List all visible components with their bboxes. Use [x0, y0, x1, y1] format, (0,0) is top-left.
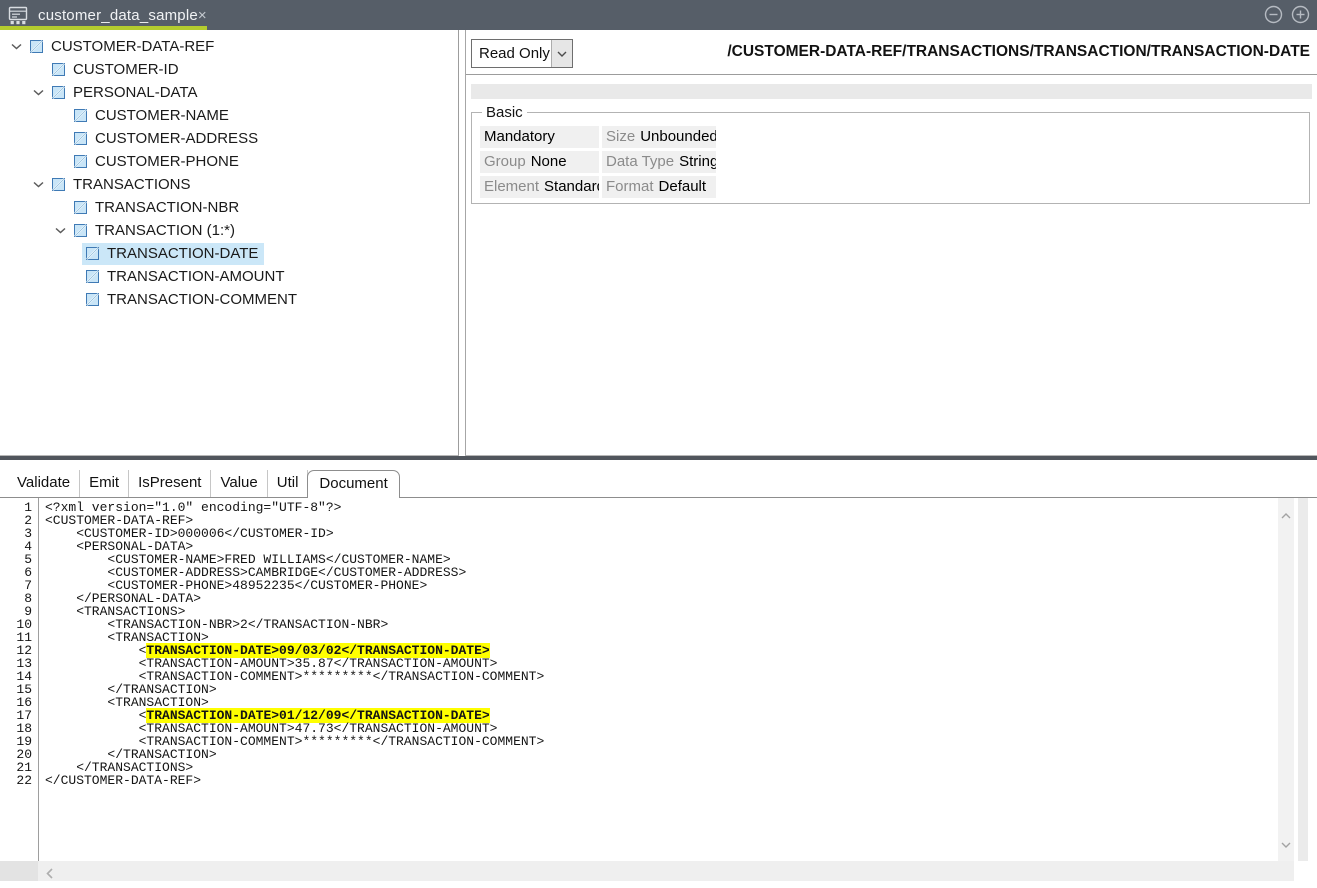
tree-item-transaction[interactable]: TRANSACTION (1:*)	[52, 219, 458, 242]
tree-item-label: CUSTOMER-ID	[73, 61, 179, 78]
chevron-down-icon[interactable]	[551, 40, 572, 67]
schema-tree-panel: CUSTOMER-DATA-REF CUSTOMER-ID PERSONAL-D…	[0, 30, 459, 456]
tree-item-personal-data[interactable]: PERSONAL-DATA	[30, 81, 458, 104]
tab-util[interactable]: Util	[268, 470, 309, 497]
toolbar-strip	[471, 84, 1312, 99]
window-tab-bar: customer_data_sample ×	[0, 0, 1317, 30]
element-path: /CUSTOMER-DATA-REF/TRANSACTIONS/TRANSACT…	[727, 43, 1310, 61]
prop-size: SizeUnbounded	[602, 126, 716, 148]
tree-item-label: CUSTOMER-ADDRESS	[95, 130, 258, 147]
detail-header: Read Only /CUSTOMER-DATA-REF/TRANSACTION…	[466, 30, 1317, 75]
tree-item-customer-data-ref[interactable]: CUSTOMER-DATA-REF	[8, 35, 458, 58]
horizontal-scrollbar[interactable]	[38, 861, 1294, 881]
xml-code: </CUSTOMER-DATA-REF>	[32, 774, 201, 787]
tree-item-transactions[interactable]: TRANSACTIONS	[30, 173, 458, 196]
basic-group: Basic Mandatory SizeUnbounded GroupNone …	[471, 104, 1310, 204]
tab-value[interactable]: Value	[211, 470, 267, 497]
tree-item-label: TRANSACTION-COMMENT	[107, 291, 297, 308]
tree-item-customer-address[interactable]: CUSTOMER-ADDRESS	[52, 127, 458, 150]
prop-data-type: Data TypeString	[602, 151, 716, 173]
scroll-up-icon[interactable]	[1281, 506, 1291, 524]
tab-document[interactable]: Document	[307, 470, 399, 498]
tab-title: customer_data_sample	[38, 7, 198, 24]
element-node-icon	[86, 270, 99, 283]
tree-item-customer-id[interactable]: CUSTOMER-ID	[30, 58, 458, 81]
tree-item-customer-phone[interactable]: CUSTOMER-PHONE	[52, 150, 458, 173]
element-node-icon	[86, 247, 99, 260]
tab-ispresent[interactable]: IsPresent	[129, 470, 211, 497]
element-node-icon	[30, 40, 43, 53]
bottom-tab-bar: Validate Emit IsPresent Value Util Docum…	[8, 470, 400, 498]
tree-item-label: TRANSACTIONS	[73, 176, 191, 193]
tree-item-label: TRANSACTION-AMOUNT	[107, 268, 285, 285]
element-node-icon	[52, 178, 65, 191]
tree-item-label: TRANSACTION-DATE	[107, 245, 258, 262]
tree-item-label: CUSTOMER-DATA-REF	[51, 38, 214, 55]
element-node-icon	[74, 155, 87, 168]
tree-item-transaction-nbr[interactable]: TRANSACTION-NBR	[52, 196, 458, 219]
xml-line: 22</CUSTOMER-DATA-REF>	[0, 774, 544, 787]
element-node-icon	[86, 293, 99, 306]
element-node-icon	[52, 63, 65, 76]
element-node-icon	[74, 224, 87, 237]
basic-group-title: Basic	[482, 104, 527, 121]
data-map-icon	[8, 5, 28, 25]
element-node-icon	[74, 132, 87, 145]
tree-item-label: CUSTOMER-NAME	[95, 107, 229, 124]
element-node-icon	[74, 109, 87, 122]
mode-select[interactable]: Read Only	[471, 39, 573, 68]
xml-document-view[interactable]: 1<?xml version="1.0" encoding="UTF-8"?> …	[0, 498, 1317, 861]
detail-panel: Read Only /CUSTOMER-DATA-REF/TRANSACTION…	[465, 30, 1317, 456]
scroll-left-icon[interactable]	[46, 866, 53, 884]
collapse-icon[interactable]	[1264, 5, 1283, 24]
tree-item-customer-name[interactable]: CUSTOMER-NAME	[52, 104, 458, 127]
prop-element: ElementStandard	[480, 176, 599, 198]
close-icon[interactable]: ×	[198, 8, 207, 23]
xml-content: 1<?xml version="1.0" encoding="UTF-8"?> …	[0, 501, 544, 787]
element-node-icon	[74, 201, 87, 214]
tree-item-transaction-comment[interactable]: TRANSACTION-COMMENT	[64, 288, 458, 311]
scroll-down-icon[interactable]	[1281, 835, 1291, 853]
tree-item-label: CUSTOMER-PHONE	[95, 153, 239, 170]
prop-format: FormatDefault	[602, 176, 716, 198]
tree-item-label: PERSONAL-DATA	[73, 84, 197, 101]
prop-mandatory: Mandatory	[480, 126, 599, 148]
vertical-scrollbar[interactable]	[1278, 498, 1294, 861]
tree-item-label: TRANSACTION (1:*)	[95, 222, 235, 239]
mode-select-value: Read Only	[472, 40, 551, 67]
tree-item-label: TRANSACTION-NBR	[95, 199, 239, 216]
tree-item-transaction-amount[interactable]: TRANSACTION-AMOUNT	[64, 265, 458, 288]
document-section: Validate Emit IsPresent Value Util Docum…	[0, 460, 1317, 888]
line-number: 22	[0, 774, 32, 787]
expand-icon[interactable]	[1291, 5, 1310, 24]
tab-validate[interactable]: Validate	[8, 470, 80, 497]
panel-edge-strip	[1298, 498, 1308, 861]
scrollbar-corner	[0, 861, 38, 881]
element-node-icon	[52, 86, 65, 99]
prop-group: GroupNone	[480, 151, 599, 173]
tree-item-transaction-date[interactable]: TRANSACTION-DATE	[64, 242, 458, 265]
tab-emit[interactable]: Emit	[80, 470, 129, 497]
